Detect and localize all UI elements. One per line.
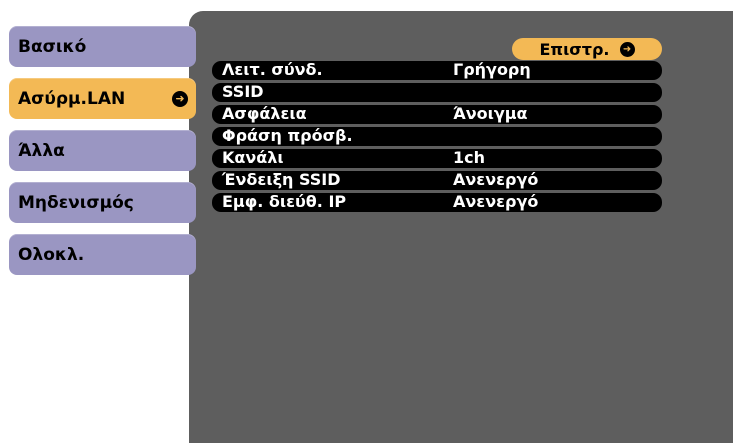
setting-label: Εμφ. διεύθ. IP <box>222 192 347 211</box>
setting-row-security[interactable]: Ασφάλεια Άνοιγμα <box>212 104 662 124</box>
sidebar-item-label: Ολοκλ. <box>18 244 85 265</box>
setting-value: Γρήγορη <box>453 60 531 79</box>
setting-row-ip-display[interactable]: Εμφ. διεύθ. IP Ανενεργό <box>212 192 662 212</box>
back-button[interactable]: Επιστρ. ➜ <box>512 38 662 60</box>
setting-value: 1ch <box>453 148 486 167</box>
setting-value: Ανενεργό <box>453 170 539 189</box>
enter-arrow-icon: ➜ <box>619 41 635 57</box>
sidebar-item-label: Μηδενισμός <box>18 192 134 213</box>
sidebar-item-wireless-lan[interactable]: Ασύρμ.LAN ➜ <box>9 78 196 119</box>
sidebar-item-other[interactable]: Άλλα <box>9 130 196 171</box>
setting-row-passphrase[interactable]: Φράση πρόσβ. <box>212 126 662 146</box>
setting-label: SSID <box>222 82 264 101</box>
setting-label: Λειτ. σύνδ. <box>222 60 323 79</box>
sidebar-item-reset[interactable]: Μηδενισμός <box>9 182 196 223</box>
setting-label: Ένδειξη SSID <box>222 170 341 189</box>
setting-label: Φράση πρόσβ. <box>222 126 353 145</box>
setting-row-channel[interactable]: Κανάλι 1ch <box>212 148 662 168</box>
setting-label: Κανάλι <box>222 148 284 167</box>
sidebar-item-label: Άλλα <box>18 140 65 161</box>
sidebar-item-label: Βασικό <box>18 36 87 57</box>
sidebar-item-complete[interactable]: Ολοκλ. <box>9 234 196 275</box>
setting-row-connection-mode[interactable]: Λειτ. σύνδ. Γρήγορη <box>212 60 662 80</box>
setting-row-ssid[interactable]: SSID <box>212 82 662 102</box>
setting-value: Ανενεργό <box>453 192 539 211</box>
setting-value: Άνοιγμα <box>453 104 528 123</box>
back-button-label: Επιστρ. <box>539 39 610 59</box>
sidebar-item-basic[interactable]: Βασικό <box>9 26 196 67</box>
sidebar-item-label: Ασύρμ.LAN <box>18 88 126 109</box>
enter-arrow-icon: ➜ <box>172 90 188 107</box>
setting-label: Ασφάλεια <box>222 104 307 123</box>
setting-row-ssid-display[interactable]: Ένδειξη SSID Ανενεργό <box>212 170 662 190</box>
